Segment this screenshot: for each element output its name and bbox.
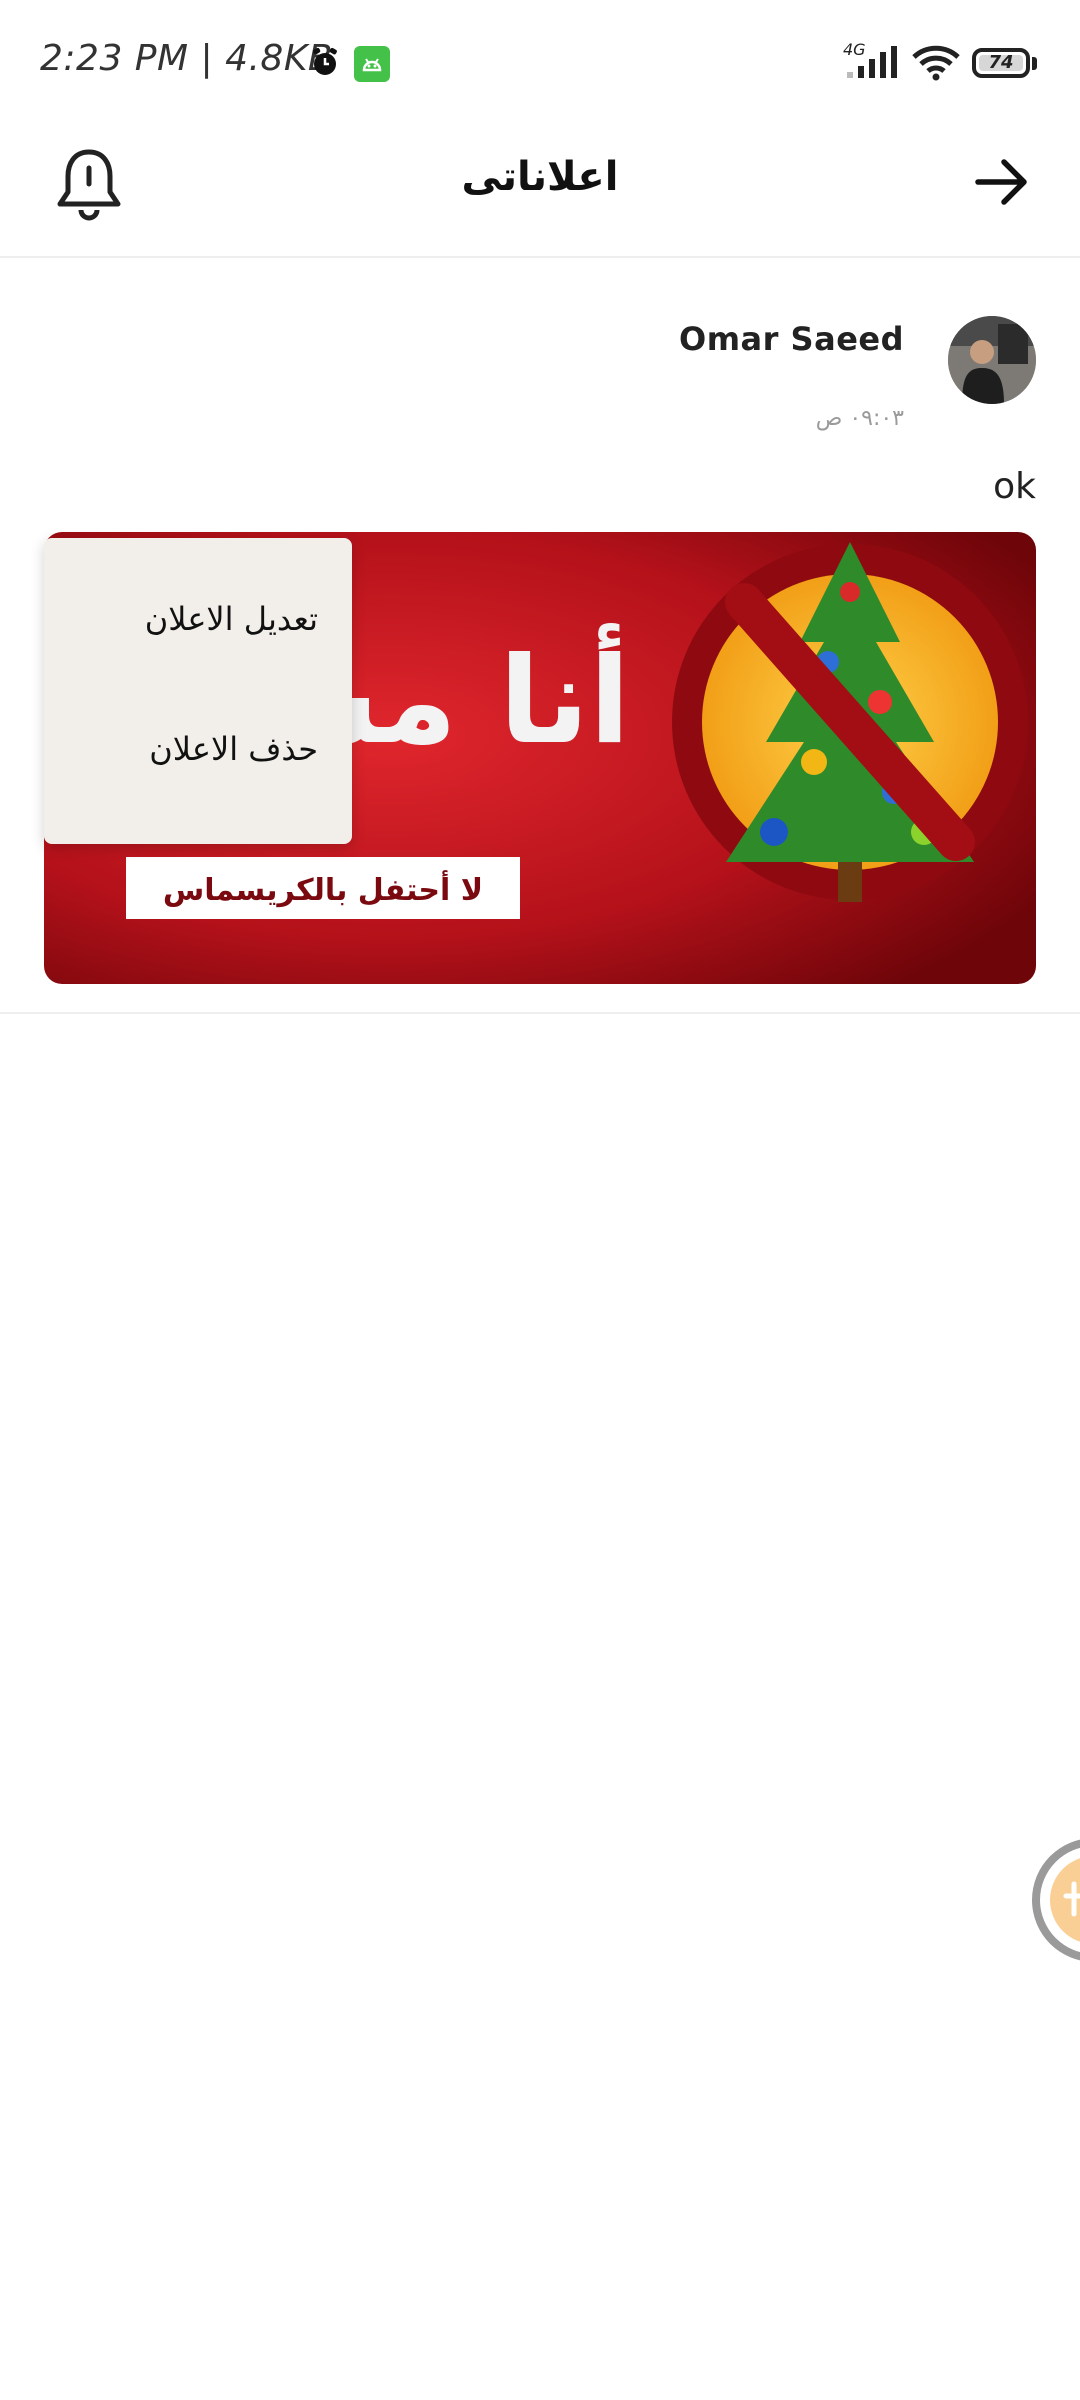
status-bar: 2:23 PM | 4.8KB 4G 74 xyxy=(0,0,1080,120)
status-time: 2:23 PM | 4.8KB xyxy=(40,38,334,79)
floating-assistant-bubble[interactable] xyxy=(1014,1834,1080,1966)
menu-item-edit[interactable]: تعديل الاعلان xyxy=(145,600,318,638)
announcement-post[interactable]: Omar Saeed ٠٩:٠٣ ص ok أنا مسلم لا أحتفل … xyxy=(0,258,1080,1014)
alarm-icon xyxy=(313,48,337,75)
post-options-menu: تعديل الاعلان حذف الاعلان xyxy=(44,538,352,844)
battery-level: 74 xyxy=(988,52,1014,73)
app-bar: اعلاناتى xyxy=(0,120,1080,258)
wifi-icon xyxy=(912,45,960,81)
page-title: اعلاناتى xyxy=(461,154,619,200)
menu-item-delete[interactable]: حذف الاعلان xyxy=(149,730,318,768)
bell-icon[interactable] xyxy=(54,146,124,226)
post-time: ٠٩:٠٣ ص xyxy=(815,406,904,431)
arrow-right-icon[interactable] xyxy=(972,152,1032,212)
android-icon xyxy=(354,46,390,82)
signal-icon xyxy=(847,46,897,78)
post-text: ok xyxy=(993,466,1036,507)
poster-banner: لا أحتفل بالكريسماس xyxy=(163,870,483,908)
battery-icon: 74 xyxy=(972,48,1030,78)
battery-tip xyxy=(1032,57,1037,70)
author-name[interactable]: Omar Saeed xyxy=(679,320,904,358)
avatar[interactable] xyxy=(948,316,1036,404)
